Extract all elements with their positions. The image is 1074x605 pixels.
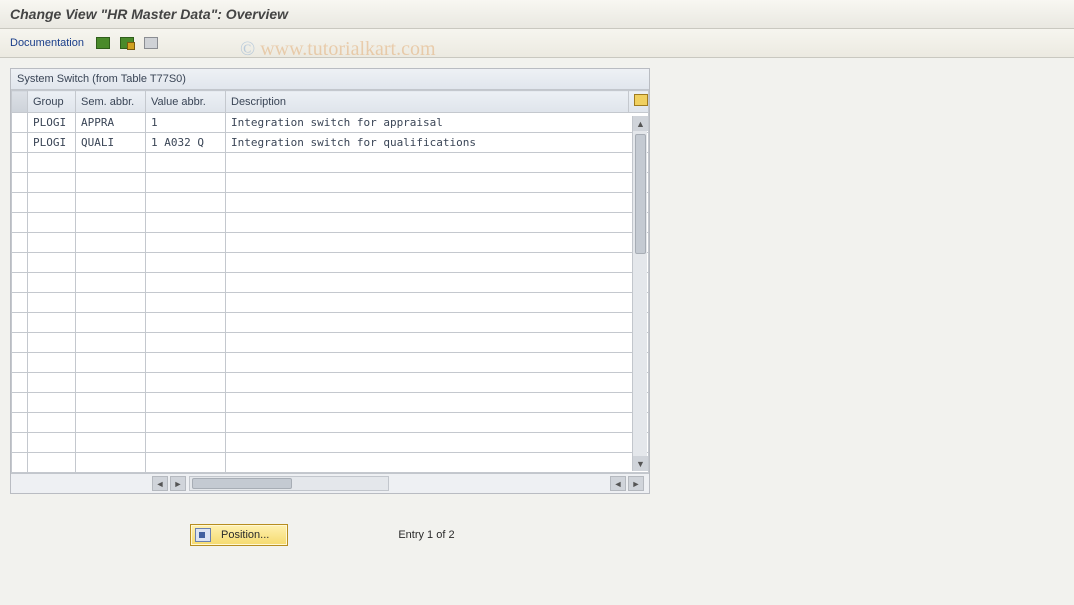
hscroll-track[interactable] — [189, 476, 389, 491]
table-row[interactable] — [12, 333, 649, 353]
cell-sem[interactable]: APPRA — [76, 113, 146, 133]
cell-sem[interactable]: QUALI — [76, 133, 146, 153]
table-row[interactable] — [12, 233, 649, 253]
cell-description[interactable]: Integration switch for appraisal — [226, 113, 649, 133]
table-row[interactable] — [12, 453, 649, 473]
table-row[interactable] — [12, 253, 649, 273]
table-row[interactable]: PLOGI QUALI 1 A032 Q Integration switch … — [12, 133, 649, 153]
documentation-label[interactable]: Documentation — [10, 37, 84, 49]
table-row[interactable]: PLOGI APPRA 1 Integration switch for app… — [12, 113, 649, 133]
scroll-down-icon[interactable]: ▼ — [633, 456, 648, 471]
table-row[interactable] — [12, 373, 649, 393]
toolbar: Documentation — [0, 29, 1074, 58]
system-switch-panel: System Switch (from Table T77S0) Group S… — [10, 68, 650, 494]
table-header-row: Group Sem. abbr. Value abbr. Description — [12, 91, 649, 113]
scroll-right-end-icon[interactable]: ► — [628, 476, 644, 491]
horizontal-scroll-row: ◄ ► ◄ ► — [11, 473, 649, 493]
panel-title: System Switch (from Table T77S0) — [11, 69, 649, 90]
table-row[interactable] — [12, 173, 649, 193]
cell-description[interactable]: Integration switch for qualifications — [226, 133, 649, 153]
table-row[interactable] — [12, 393, 649, 413]
scroll-left-end-icon[interactable]: ◄ — [610, 476, 626, 491]
table-row[interactable] — [12, 353, 649, 373]
scroll-right-icon[interactable]: ► — [170, 476, 186, 491]
table-row[interactable] — [12, 193, 649, 213]
table-row[interactable] — [12, 153, 649, 173]
column-description[interactable]: Description — [226, 91, 629, 113]
system-switch-table: Group Sem. abbr. Value abbr. Description… — [11, 90, 649, 473]
table-settings-icon[interactable] — [634, 94, 648, 106]
row-selector[interactable] — [12, 133, 28, 153]
position-icon — [195, 528, 211, 542]
column-selector[interactable] — [12, 91, 28, 113]
scroll-thumb[interactable] — [635, 134, 646, 254]
entry-count-label: Entry 1 of 2 — [398, 529, 454, 541]
column-value-abbr[interactable]: Value abbr. — [146, 91, 226, 113]
toolbar-action-3-icon[interactable] — [142, 35, 160, 51]
table-row[interactable] — [12, 273, 649, 293]
toolbar-action-1-icon[interactable] — [94, 35, 112, 51]
hscroll-thumb[interactable] — [192, 478, 292, 489]
table-row[interactable] — [12, 213, 649, 233]
vertical-scrollbar[interactable]: ▲ ▼ — [632, 116, 647, 471]
row-selector[interactable] — [12, 113, 28, 133]
column-group[interactable]: Group — [28, 91, 76, 113]
position-button-label: Position... — [221, 529, 269, 541]
column-sem-abbr[interactable]: Sem. abbr. — [76, 91, 146, 113]
table-row[interactable] — [12, 293, 649, 313]
scroll-up-icon[interactable]: ▲ — [633, 116, 648, 131]
toolbar-action-2-icon[interactable] — [118, 35, 136, 51]
position-button[interactable]: Position... — [190, 524, 288, 546]
cell-value[interactable]: 1 — [146, 113, 226, 133]
table-row[interactable] — [12, 433, 649, 453]
table-row[interactable] — [12, 413, 649, 433]
cell-group[interactable]: PLOGI — [28, 113, 76, 133]
cell-value[interactable]: 1 A032 Q — [146, 133, 226, 153]
table-row[interactable] — [12, 313, 649, 333]
cell-group[interactable]: PLOGI — [28, 133, 76, 153]
page-title: Change View "HR Master Data": Overview — [0, 0, 1074, 29]
column-configure[interactable] — [629, 91, 649, 113]
scroll-left-icon[interactable]: ◄ — [152, 476, 168, 491]
